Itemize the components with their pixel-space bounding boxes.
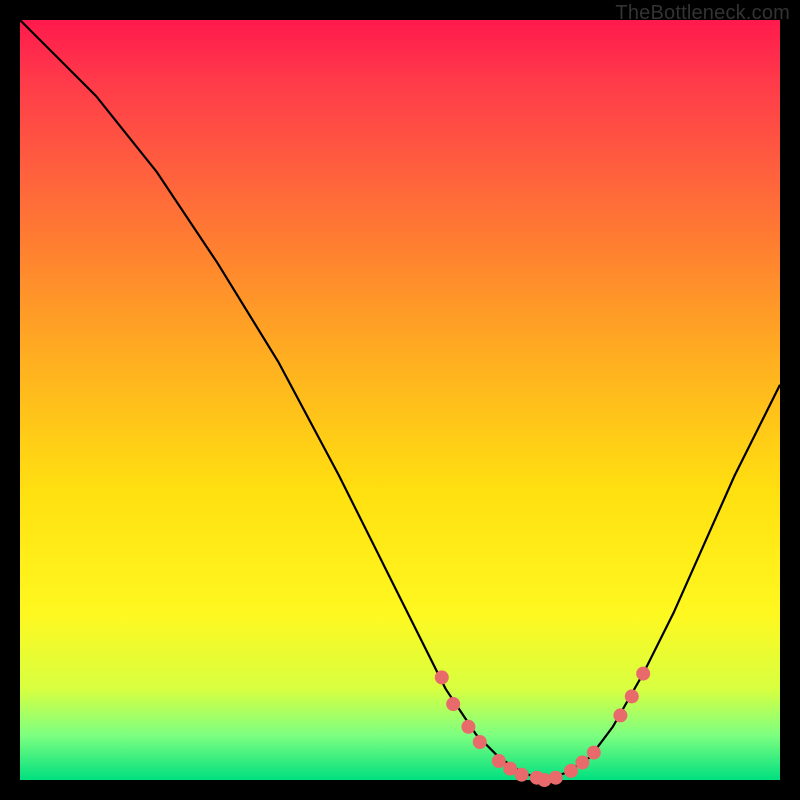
data-marker — [575, 756, 589, 770]
data-marker — [446, 697, 460, 711]
data-marker — [435, 670, 449, 684]
data-marker — [613, 708, 627, 722]
data-marker — [636, 667, 650, 681]
data-marker — [587, 746, 601, 760]
data-marker — [473, 735, 487, 749]
data-marker — [461, 720, 475, 734]
chart-svg — [20, 20, 780, 780]
bottleneck-curve — [20, 20, 780, 780]
data-marker — [564, 764, 578, 778]
plot-area — [20, 20, 780, 780]
data-marker — [549, 771, 563, 785]
chart-frame: TheBottleneck.com — [0, 0, 800, 800]
data-marker — [515, 768, 529, 782]
data-marker — [492, 754, 506, 768]
markers-group — [435, 667, 650, 787]
data-marker — [625, 689, 639, 703]
